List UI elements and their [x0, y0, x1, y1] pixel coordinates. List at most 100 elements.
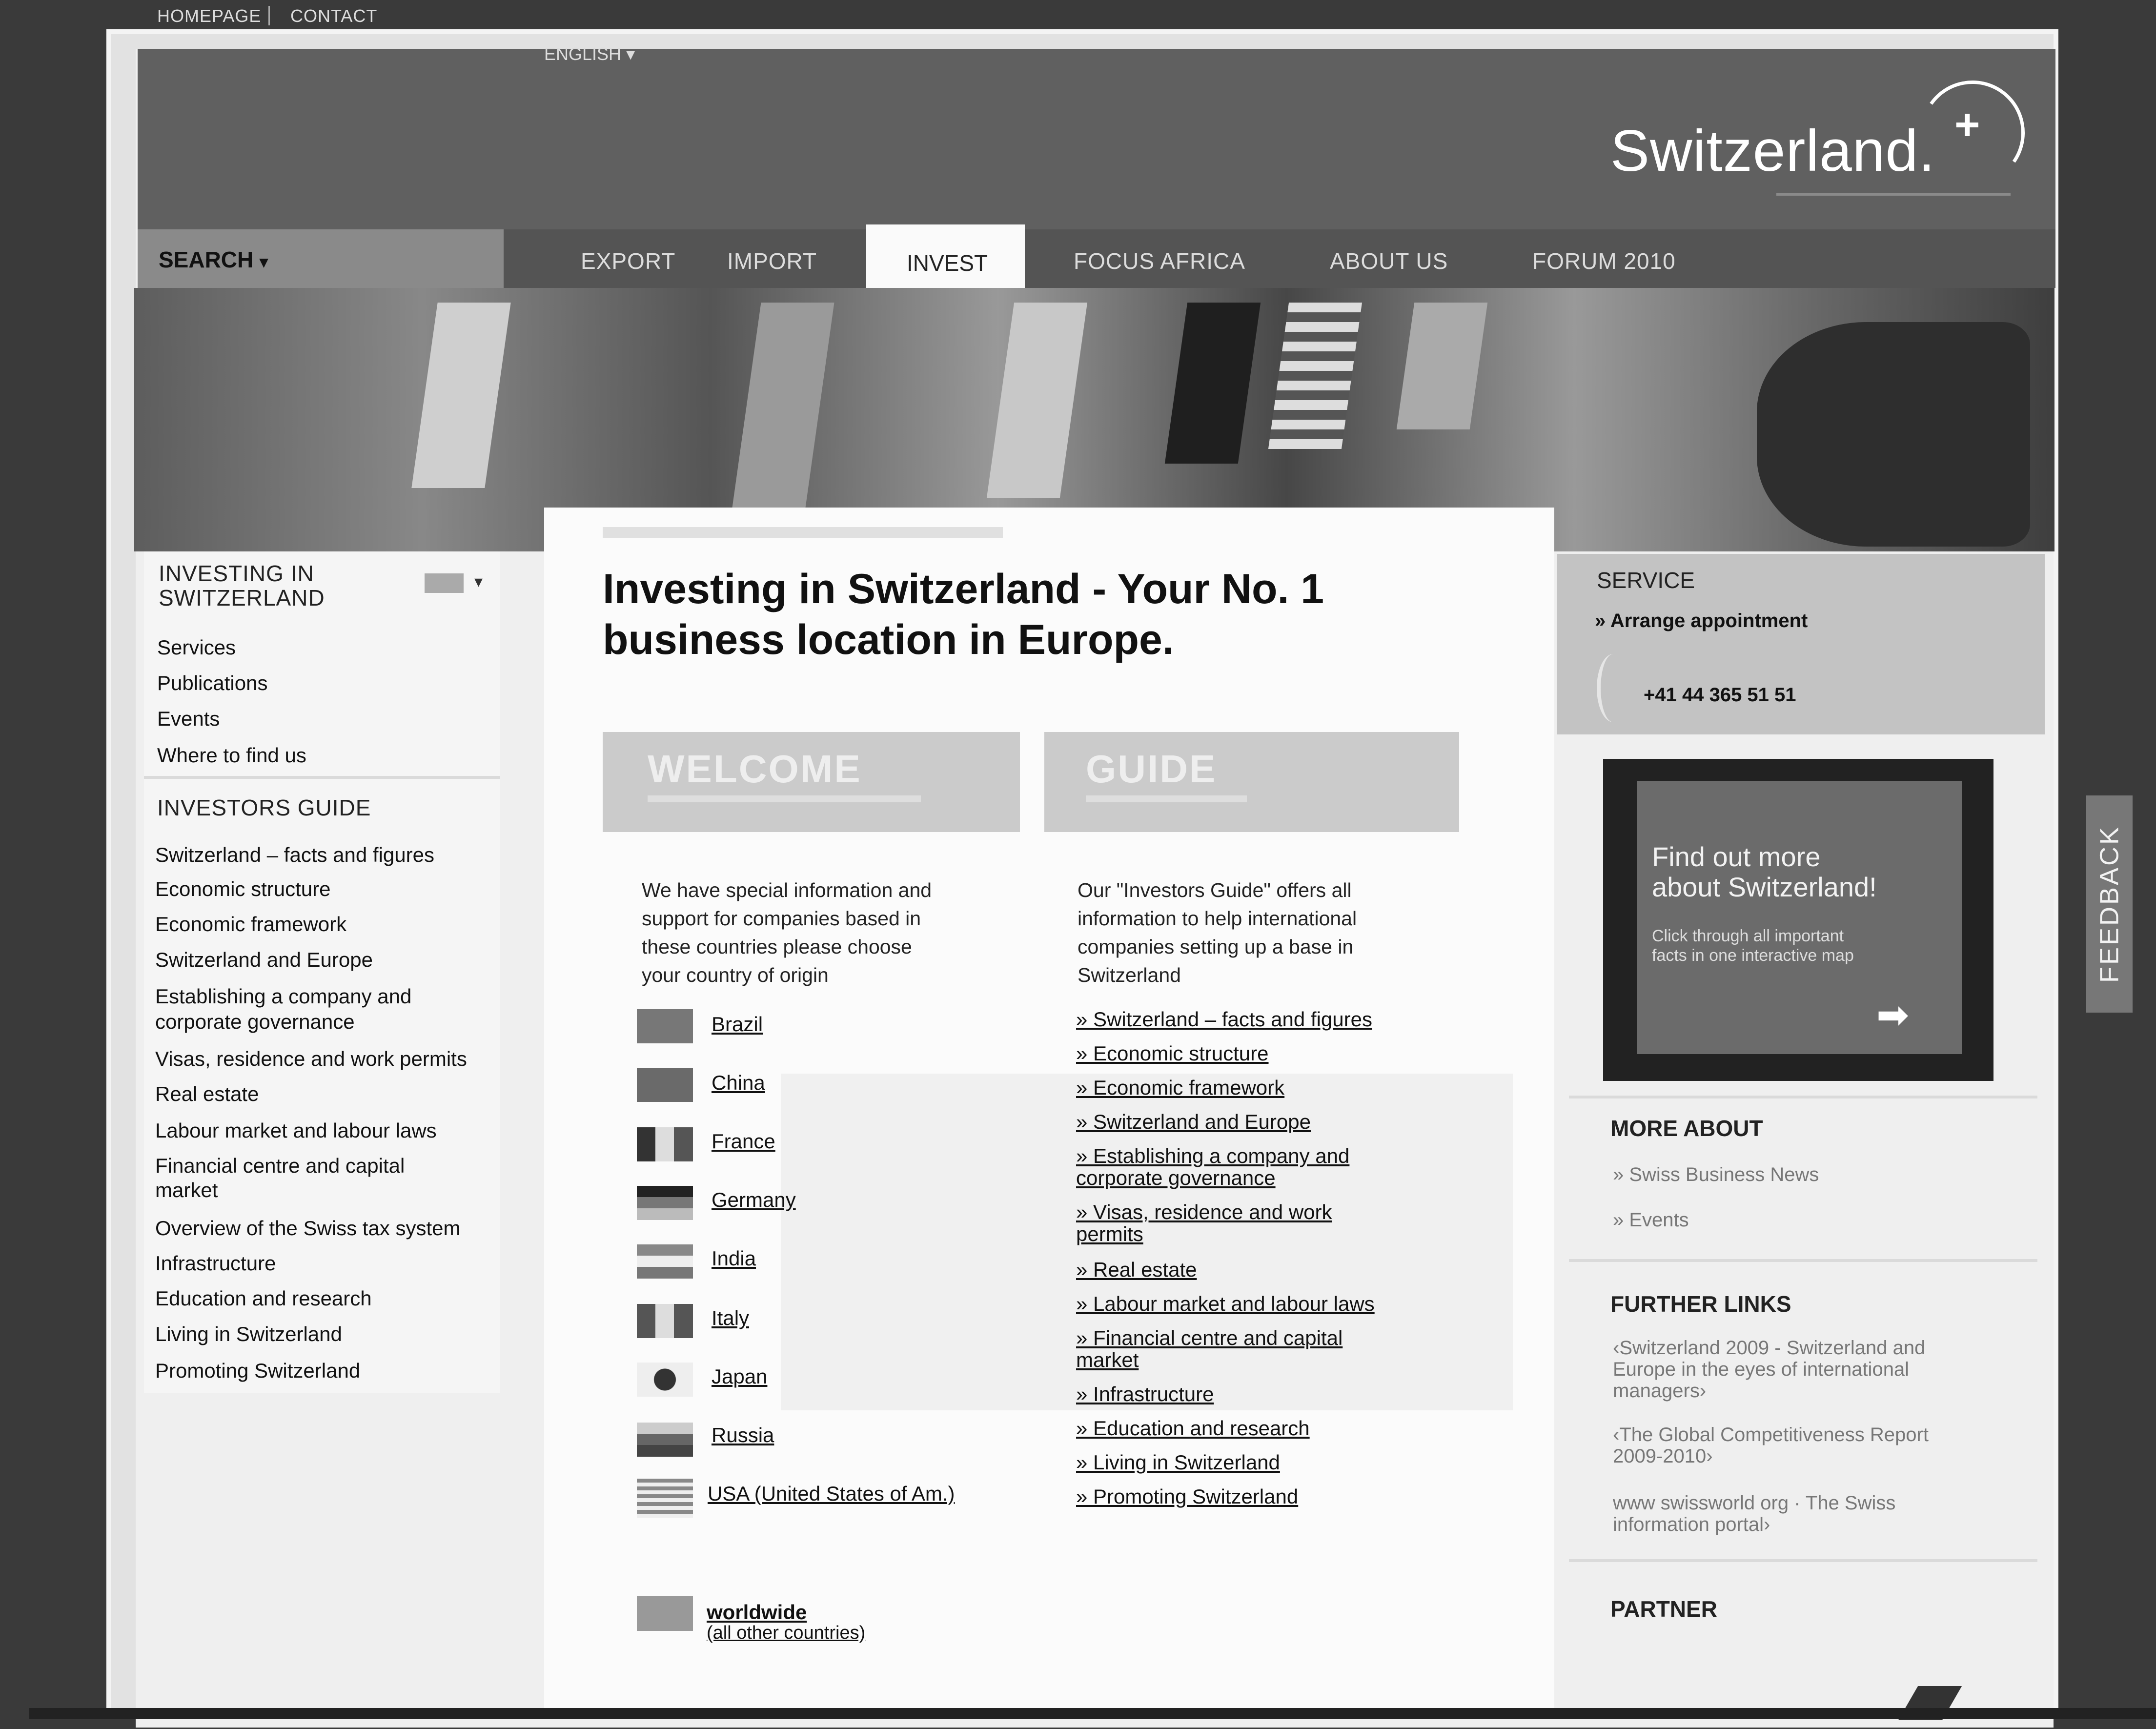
sidebar-item[interactable]: Economic structure [155, 877, 330, 901]
further-link[interactable]: www swissworld org · The Swiss informati… [1613, 1492, 1895, 1535]
sidebar-item[interactable]: Switzerland and Europe [155, 948, 373, 972]
sidebar-item[interactable]: Labour market and labour laws [155, 1119, 437, 1142]
country-link-india[interactable]: India [712, 1247, 756, 1270]
guide-link[interactable]: » Financial centre and capital [1076, 1326, 1342, 1350]
sidebar-item[interactable]: Infrastructure [155, 1252, 276, 1275]
promo-heading-line: Find out more [1652, 841, 1821, 872]
more-about-link[interactable]: » Swiss Business News [1613, 1164, 1819, 1185]
homepage-link[interactable]: HOMEPAGE [157, 6, 261, 26]
sidebar-item[interactable]: Promoting Switzerland [155, 1359, 360, 1383]
chevron-down-icon: ▾ [260, 253, 268, 271]
further-link-line: 2009-2010› [1613, 1445, 1713, 1467]
more-about-link-label: Events [1629, 1209, 1689, 1231]
country-link-japan[interactable]: Japan [712, 1365, 767, 1388]
further-link[interactable]: ‹The Global Competitiveness Report 2009-… [1613, 1424, 1929, 1467]
guide-link[interactable]: » Visas, residence and work [1076, 1200, 1332, 1224]
nav-export[interactable]: EXPORT [581, 248, 675, 274]
sidebar-item[interactable]: Financial centre and capital [155, 1154, 405, 1178]
guide-link[interactable]: » Economic structure [1076, 1042, 1269, 1065]
page-title: Investing in Switzerland - Your No. 1 bu… [603, 564, 1408, 665]
guide-link[interactable]: » Infrastructure [1076, 1383, 1214, 1406]
germany-flag-icon[interactable] [637, 1186, 693, 1220]
guide-link[interactable]: » Living in Switzerland [1076, 1451, 1280, 1474]
guide-link[interactable]: market [1076, 1348, 1139, 1372]
china-flag-icon[interactable] [637, 1068, 693, 1102]
guide-link[interactable]: » Economic framework [1076, 1076, 1284, 1099]
guide-link[interactable]: » Establishing a company and [1076, 1144, 1349, 1168]
country-link-russia[interactable]: Russia [712, 1424, 774, 1447]
nav-invest[interactable]: INVEST [907, 250, 988, 276]
sidebar-item[interactable]: Living in Switzerland [155, 1322, 342, 1346]
nav-import[interactable]: IMPORT [727, 248, 817, 274]
japan-flag-icon[interactable] [637, 1363, 693, 1397]
india-flag-icon[interactable] [637, 1244, 693, 1279]
sidebar-item[interactable]: Overview of the Swiss tax system [155, 1217, 461, 1240]
guide-text-line: Our "Investors Guide" offers all [1078, 879, 1352, 901]
sidebar-item-publications[interactable]: Publications [157, 671, 267, 695]
guide-link[interactable]: » Education and research [1076, 1417, 1310, 1440]
nav-focus-africa[interactable]: FOCUS AFRICA [1074, 248, 1245, 274]
further-link-line: Europe in the eyes of international [1613, 1359, 1910, 1380]
country-link-france[interactable]: France [712, 1130, 775, 1153]
page-title-line: Investing in Switzerland - Your No. 1 [603, 566, 1324, 612]
divider [144, 776, 500, 779]
guide-subtitle [1086, 795, 1247, 802]
top-link-divider [268, 6, 270, 25]
arrange-appointment-link[interactable]: » Arrange appointment [1595, 610, 1808, 632]
language-label: ENGLISH [544, 44, 622, 64]
feedback-label[interactable]: FEEDBACK [2086, 795, 2133, 1013]
sidebar-item-events[interactable]: Events [157, 707, 220, 731]
sidebar-item[interactable]: Visas, residence and work permits [155, 1047, 467, 1071]
contact-link[interactable]: CONTACT [290, 6, 377, 26]
sidebar-item-services[interactable]: Services [157, 636, 236, 659]
welcome-text-line: these countries please choose [642, 936, 912, 958]
further-link[interactable]: ‹Switzerland 2009 - Switzerland and Euro… [1613, 1337, 1925, 1402]
partner-title: PARTNER [1610, 1596, 1717, 1622]
guide-link[interactable]: » Real estate [1076, 1258, 1197, 1281]
country-link-italy[interactable]: Italy [712, 1306, 749, 1330]
sidebar-item[interactable]: Real estate [155, 1082, 259, 1106]
brazil-flag-icon[interactable] [637, 1009, 693, 1043]
logo-wordmark[interactable]: Switzerland. [1610, 117, 1935, 184]
search-button[interactable]: SEARCH ▾ [159, 246, 268, 273]
usa-flag-icon[interactable] [637, 1479, 693, 1518]
sidebar-item[interactable]: market [155, 1179, 218, 1202]
investors-guide-title: INVESTORS GUIDE [157, 795, 371, 820]
further-link-line: ‹The Global Competitiveness Report [1613, 1424, 1929, 1445]
guide-link[interactable]: » Switzerland and Europe [1076, 1110, 1311, 1134]
italy-flag-icon[interactable] [637, 1304, 693, 1338]
more-about-link[interactable]: » Events [1613, 1209, 1689, 1231]
sidebar-item[interactable]: Switzerland – facts and figures [155, 843, 434, 867]
sidebar-item[interactable]: Establishing a company and [155, 985, 411, 1008]
language-selector[interactable]: ENGLISH ▾ [544, 44, 635, 64]
chevron-down-icon[interactable]: ▾ [474, 572, 483, 591]
sidebar-item[interactable]: corporate governance [155, 1010, 355, 1034]
sidebar-item[interactable]: Economic framework [155, 913, 346, 936]
country-link-brazil[interactable]: Brazil [712, 1013, 763, 1036]
guide-link[interactable]: » Switzerland – facts and figures [1076, 1008, 1372, 1031]
screen-bottom-edge [29, 1708, 2156, 1719]
nav-about-us[interactable]: ABOUT US [1330, 248, 1448, 274]
sidebar-item-where-to-find-us[interactable]: Where to find us [157, 744, 306, 767]
chevron-down-icon: ▾ [626, 44, 635, 64]
nav-forum-2010[interactable]: FORUM 2010 [1532, 248, 1676, 274]
arrow-right-icon[interactable]: ➡ [1876, 996, 1909, 1035]
country-link-usa[interactable]: USA (United States of Am.) [708, 1482, 955, 1505]
promo-heading: Find out more about Switzerland! [1652, 842, 1877, 902]
flag-icon[interactable] [425, 573, 464, 593]
guide-link[interactable]: » Promoting Switzerland [1076, 1485, 1298, 1508]
globe-icon[interactable] [637, 1596, 693, 1631]
worldwide-sub-link[interactable]: (all other countries) [707, 1623, 865, 1644]
worldwide-link[interactable]: worldwide [707, 1601, 807, 1624]
russia-flag-icon[interactable] [637, 1423, 693, 1457]
welcome-text: We have special information and support … [642, 876, 932, 989]
guide-link[interactable]: corporate governance [1076, 1166, 1276, 1190]
france-flag-icon[interactable] [637, 1127, 693, 1161]
guide-link[interactable]: » Labour market and labour laws [1076, 1292, 1375, 1316]
further-link-line: information portal› [1613, 1514, 1770, 1535]
interactive-map-teaser-panel[interactable] [1637, 781, 1962, 1054]
sidebar-item[interactable]: Education and research [155, 1287, 372, 1310]
country-link-germany[interactable]: Germany [712, 1188, 796, 1212]
country-link-china[interactable]: China [712, 1071, 765, 1095]
guide-link[interactable]: permits [1076, 1222, 1143, 1246]
